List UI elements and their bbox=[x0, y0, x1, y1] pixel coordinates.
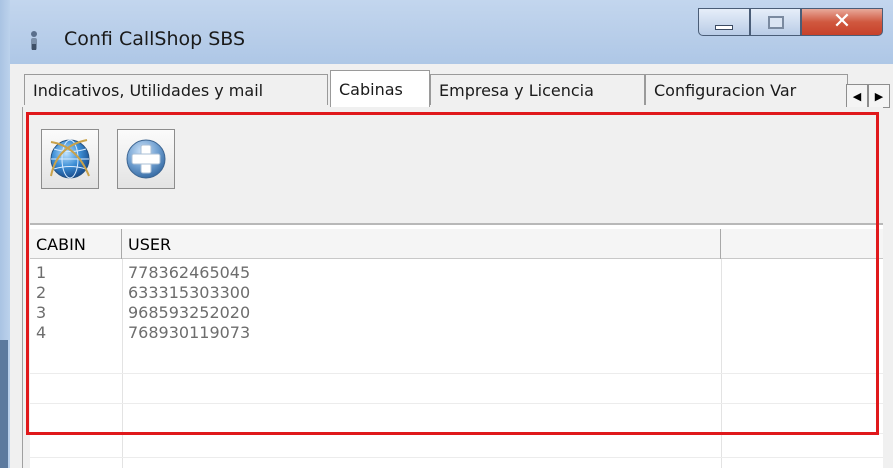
app-icon bbox=[31, 31, 37, 50]
table-row[interactable]: 4 768930119073 bbox=[30, 323, 883, 343]
tab-scroll-right-button[interactable]: ▶ bbox=[868, 84, 890, 108]
tab-strip: Indicativos, Utilidades y mail Cabinas E… bbox=[10, 64, 893, 108]
cabins-grid[interactable]: CABIN USER 1 778362465045 2 633315303300… bbox=[30, 223, 883, 468]
tab-scroll-left-button[interactable]: ◀ bbox=[846, 84, 868, 108]
table-row[interactable]: 1 778362465045 bbox=[30, 263, 883, 283]
app-window: Confi CallShop SBS ✕ Indicativos, Utilid… bbox=[0, 0, 893, 468]
grid-row-divider bbox=[30, 403, 883, 404]
minimize-button[interactable] bbox=[698, 8, 750, 36]
grid-row-divider bbox=[30, 457, 883, 458]
grid-header: CABIN USER bbox=[30, 229, 883, 259]
cabin-cell: 4 bbox=[36, 323, 47, 342]
tab-indicativos[interactable]: Indicativos, Utilidades y mail bbox=[24, 74, 328, 105]
tab-configuracion-var[interactable]: Configuracion Var bbox=[645, 74, 848, 105]
column-header-user[interactable]: USER bbox=[122, 229, 721, 259]
grid-row-divider bbox=[30, 373, 883, 374]
user-cell: 968593252020 bbox=[128, 303, 251, 322]
close-button[interactable]: ✕ bbox=[801, 8, 883, 36]
tab-scroll-arrows: ◀ ▶ bbox=[846, 84, 892, 108]
column-header-extra[interactable] bbox=[721, 229, 883, 259]
column-header-cabin[interactable]: CABIN bbox=[30, 229, 122, 259]
tab-empresa-licencia[interactable]: Empresa y Licencia bbox=[430, 74, 645, 105]
cabin-cell: 1 bbox=[36, 263, 47, 282]
globe-icon bbox=[50, 139, 90, 179]
close-icon: ✕ bbox=[832, 9, 852, 34]
maximize-button[interactable] bbox=[750, 8, 801, 36]
cabin-cell: 3 bbox=[36, 303, 47, 322]
maximize-icon bbox=[767, 15, 784, 29]
add-plus-icon bbox=[126, 139, 166, 179]
user-cell: 633315303300 bbox=[128, 283, 251, 302]
table-row[interactable]: 2 633315303300 bbox=[30, 283, 883, 303]
window-title: Confi CallShop SBS bbox=[64, 28, 246, 50]
globe-button[interactable] bbox=[41, 129, 99, 189]
minimize-icon bbox=[715, 24, 733, 30]
user-cell: 778362465045 bbox=[128, 263, 251, 282]
toolbar bbox=[35, 107, 893, 209]
grid-row-divider bbox=[30, 433, 883, 434]
window-edge bbox=[0, 0, 10, 468]
cabin-cell: 2 bbox=[36, 283, 47, 302]
client-area: Indicativos, Utilidades y mail Cabinas E… bbox=[10, 64, 893, 468]
tab-cabinas[interactable]: Cabinas bbox=[330, 70, 430, 107]
title-bar[interactable]: Confi CallShop SBS ✕ bbox=[10, 0, 893, 64]
add-button[interactable] bbox=[117, 129, 175, 189]
user-cell: 768930119073 bbox=[128, 323, 251, 342]
table-row[interactable]: 3 968593252020 bbox=[30, 303, 883, 323]
